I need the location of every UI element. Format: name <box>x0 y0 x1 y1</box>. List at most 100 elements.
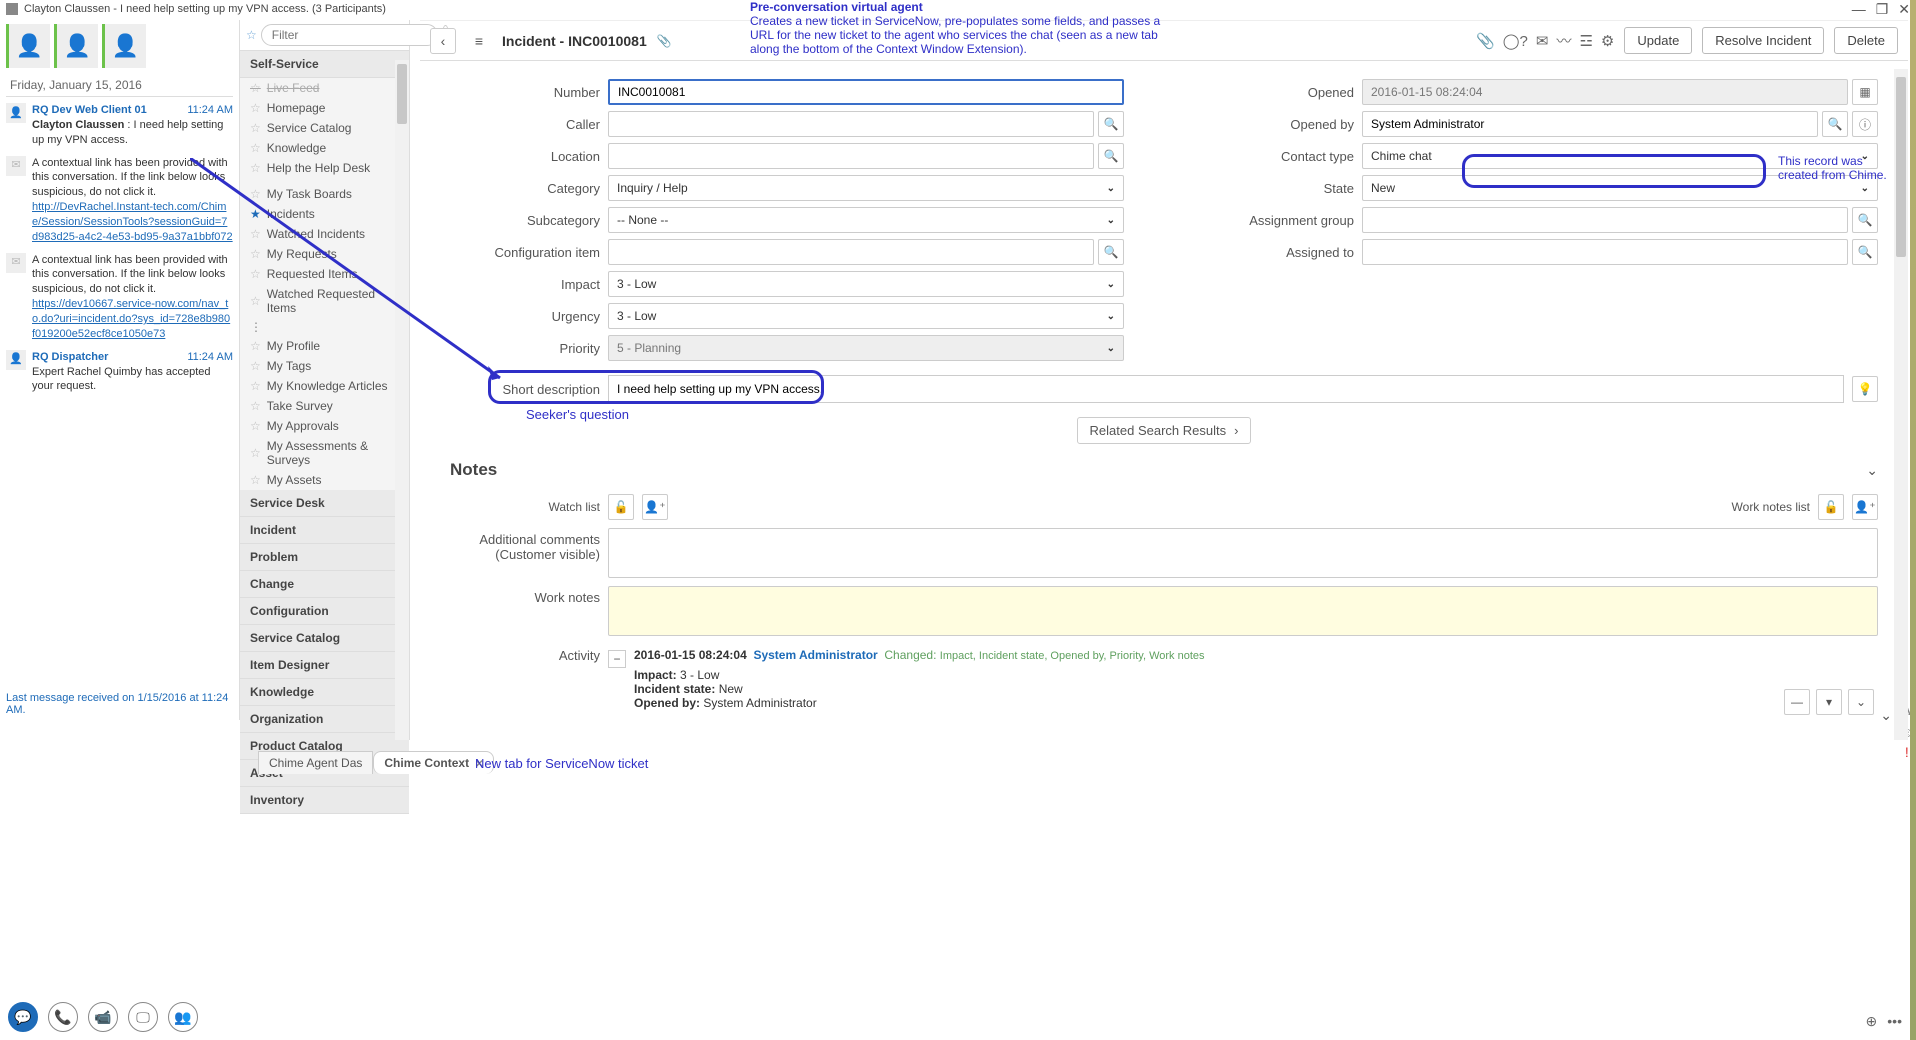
sidebar-item[interactable]: ☆Knowledge <box>240 138 409 158</box>
activity-filter-icon[interactable]: ▾ <box>1816 689 1842 715</box>
tab-chime-dashboard[interactable]: Chime Agent Das <box>258 751 373 774</box>
star-icon[interactable]: ☆ <box>250 379 261 393</box>
nav-section[interactable]: Incident <box>240 517 409 544</box>
lookup-icon[interactable]: 🔍 <box>1098 143 1124 169</box>
add-icon[interactable]: ⊕ <box>1866 1013 1878 1030</box>
sidebar-item[interactable]: ☆My Task Boards <box>240 184 409 204</box>
star-icon[interactable]: ☆ <box>250 121 261 135</box>
assigned-to-field[interactable] <box>1362 239 1848 265</box>
star-icon[interactable]: ☆ <box>250 399 261 413</box>
star-icon[interactable]: ☆ <box>250 161 261 175</box>
context-link[interactable]: https://dev10667.service-now.com/nav_to.… <box>32 298 230 340</box>
star-icon[interactable]: ☆ <box>250 101 261 115</box>
config-item-field[interactable] <box>608 239 1094 265</box>
resolve-button[interactable]: Resolve Incident <box>1702 27 1824 54</box>
lookup-icon[interactable]: 🔍 <box>1098 111 1124 137</box>
star-icon[interactable]: ☆ <box>250 247 261 261</box>
nav-section-self-service[interactable]: Self-Service <box>240 51 409 78</box>
nav-section[interactable]: Service Desk <box>240 490 409 517</box>
context-link[interactable]: http://DevRachel.Instant-tech.com/Chime/… <box>32 201 233 243</box>
sidebar-item[interactable]: ☆My Assessments & Surveys <box>240 436 409 470</box>
present-icon[interactable]: 🖵 <box>128 1002 158 1032</box>
sidebar-item[interactable]: ☆Homepage <box>240 98 409 118</box>
star-icon[interactable]: ☆ <box>250 81 261 95</box>
help-icon[interactable]: ◯? <box>1503 32 1528 50</box>
lookup-icon[interactable]: 🔍 <box>1852 207 1878 233</box>
sidebar-item[interactable]: ☆Help the Help Desk <box>240 158 409 178</box>
nav-section[interactable]: Organization <box>240 706 409 733</box>
sidebar-item[interactable]: ☆Requested Items <box>240 264 409 284</box>
suggestion-icon[interactable]: 💡 <box>1852 376 1878 402</box>
nav-section[interactable]: Inventory <box>240 787 409 814</box>
nav-section[interactable]: Item Designer <box>240 652 409 679</box>
star-icon[interactable]: ☆ <box>250 227 261 241</box>
video-icon[interactable]: 📹 <box>88 1002 118 1032</box>
category-select[interactable]: Inquiry / Help⌄ <box>608 175 1124 201</box>
nav-filter-input[interactable] <box>261 24 438 46</box>
work-notes-field[interactable] <box>608 586 1878 636</box>
minimize-icon[interactable]: — <box>1852 1 1866 18</box>
info-icon[interactable]: ⓘ <box>1852 111 1878 137</box>
nav-scrollbar[interactable] <box>395 60 409 740</box>
subcategory-select[interactable]: -- None --⌄ <box>608 207 1124 233</box>
star-icon[interactable]: ☆ <box>250 294 261 308</box>
short-description-field[interactable] <box>608 375 1844 403</box>
lookup-icon[interactable]: 🔍 <box>1822 111 1848 137</box>
activity-toggle-icon[interactable]: — <box>1784 689 1810 715</box>
sidebar-item[interactable]: ☆Take Survey <box>240 396 409 416</box>
impact-select[interactable]: 3 - Low⌄ <box>608 271 1124 297</box>
unlock-icon[interactable]: 🔓 <box>1818 494 1844 520</box>
collapse-notes-icon[interactable]: ⌄ <box>1866 462 1878 479</box>
nav-section[interactable]: Problem <box>240 544 409 571</box>
additional-comments-field[interactable] <box>608 528 1878 578</box>
star-icon[interactable]: ☆ <box>250 473 261 487</box>
caller-field[interactable] <box>608 111 1094 137</box>
lookup-icon[interactable]: 🔍 <box>1852 239 1878 265</box>
sidebar-item[interactable]: ☆Service Catalog <box>240 118 409 138</box>
number-field[interactable] <box>608 79 1124 105</box>
sidebar-item[interactable]: ☆Watched Requested Items <box>240 284 409 318</box>
lookup-icon[interactable]: 🔍 <box>1098 239 1124 265</box>
star-icon[interactable]: ★ <box>250 207 261 221</box>
calendar-icon[interactable]: ▦ <box>1852 79 1878 105</box>
chat-icon[interactable]: 💬 <box>8 1002 38 1032</box>
star-icon[interactable]: ☆ <box>250 187 261 201</box>
attachment-icon[interactable]: 📎 <box>657 34 672 48</box>
star-icon[interactable]: ☆ <box>250 419 261 433</box>
activity-collapse-icon[interactable]: − <box>608 650 626 668</box>
star-icon[interactable]: ☆ <box>250 446 261 460</box>
nav-section[interactable]: Configuration <box>240 598 409 625</box>
sidebar-item[interactable]: ★Incidents <box>240 204 409 224</box>
location-field[interactable] <box>608 143 1094 169</box>
more-icon[interactable]: ••• <box>1887 1013 1902 1030</box>
settings-icon[interactable]: ⚙ <box>1601 32 1614 50</box>
sidebar-item[interactable]: ☆My Approvals <box>240 416 409 436</box>
star-icon[interactable]: ☆ <box>250 141 261 155</box>
nav-more[interactable]: ⋮ <box>240 318 409 336</box>
unlock-icon[interactable]: 🔓 <box>608 494 634 520</box>
sidebar-item[interactable]: ☆My Profile <box>240 336 409 356</box>
sidebar-item[interactable]: ☆Live Feed <box>240 78 409 98</box>
update-button[interactable]: Update <box>1624 27 1692 54</box>
related-search-button[interactable]: Related Search Results › <box>1077 417 1252 444</box>
star-icon[interactable]: ☆ <box>246 28 257 42</box>
expand-caret-icon[interactable]: ⌄ <box>1880 707 1892 724</box>
urgency-select[interactable]: 3 - Low⌄ <box>608 303 1124 329</box>
nav-section[interactable]: Service Catalog <box>240 625 409 652</box>
activity-expand-icon[interactable]: ⌄ <box>1848 689 1874 715</box>
assignment-group-field[interactable] <box>1362 207 1848 233</box>
add-me-icon[interactable]: 👤⁺ <box>1852 494 1878 520</box>
call-icon[interactable]: 📞 <box>48 1002 78 1032</box>
opened-by-field[interactable] <box>1362 111 1818 137</box>
email-icon[interactable]: ✉ <box>1536 32 1549 50</box>
priority-icon[interactable]: ! <box>1905 744 1909 760</box>
close-icon[interactable]: ✕ <box>1898 1 1910 18</box>
star-icon[interactable]: ☆ <box>250 359 261 373</box>
sidebar-item[interactable]: ☆My Knowledge Articles <box>240 376 409 396</box>
activity-icon[interactable]: 〰 <box>1556 30 1571 51</box>
star-icon[interactable]: ☆ <box>250 267 261 281</box>
star-icon[interactable]: ☆ <box>250 339 261 353</box>
maximize-icon[interactable]: ❐ <box>1876 1 1889 18</box>
nav-section[interactable]: Change <box>240 571 409 598</box>
sidebar-item[interactable]: ☆My Tags <box>240 356 409 376</box>
